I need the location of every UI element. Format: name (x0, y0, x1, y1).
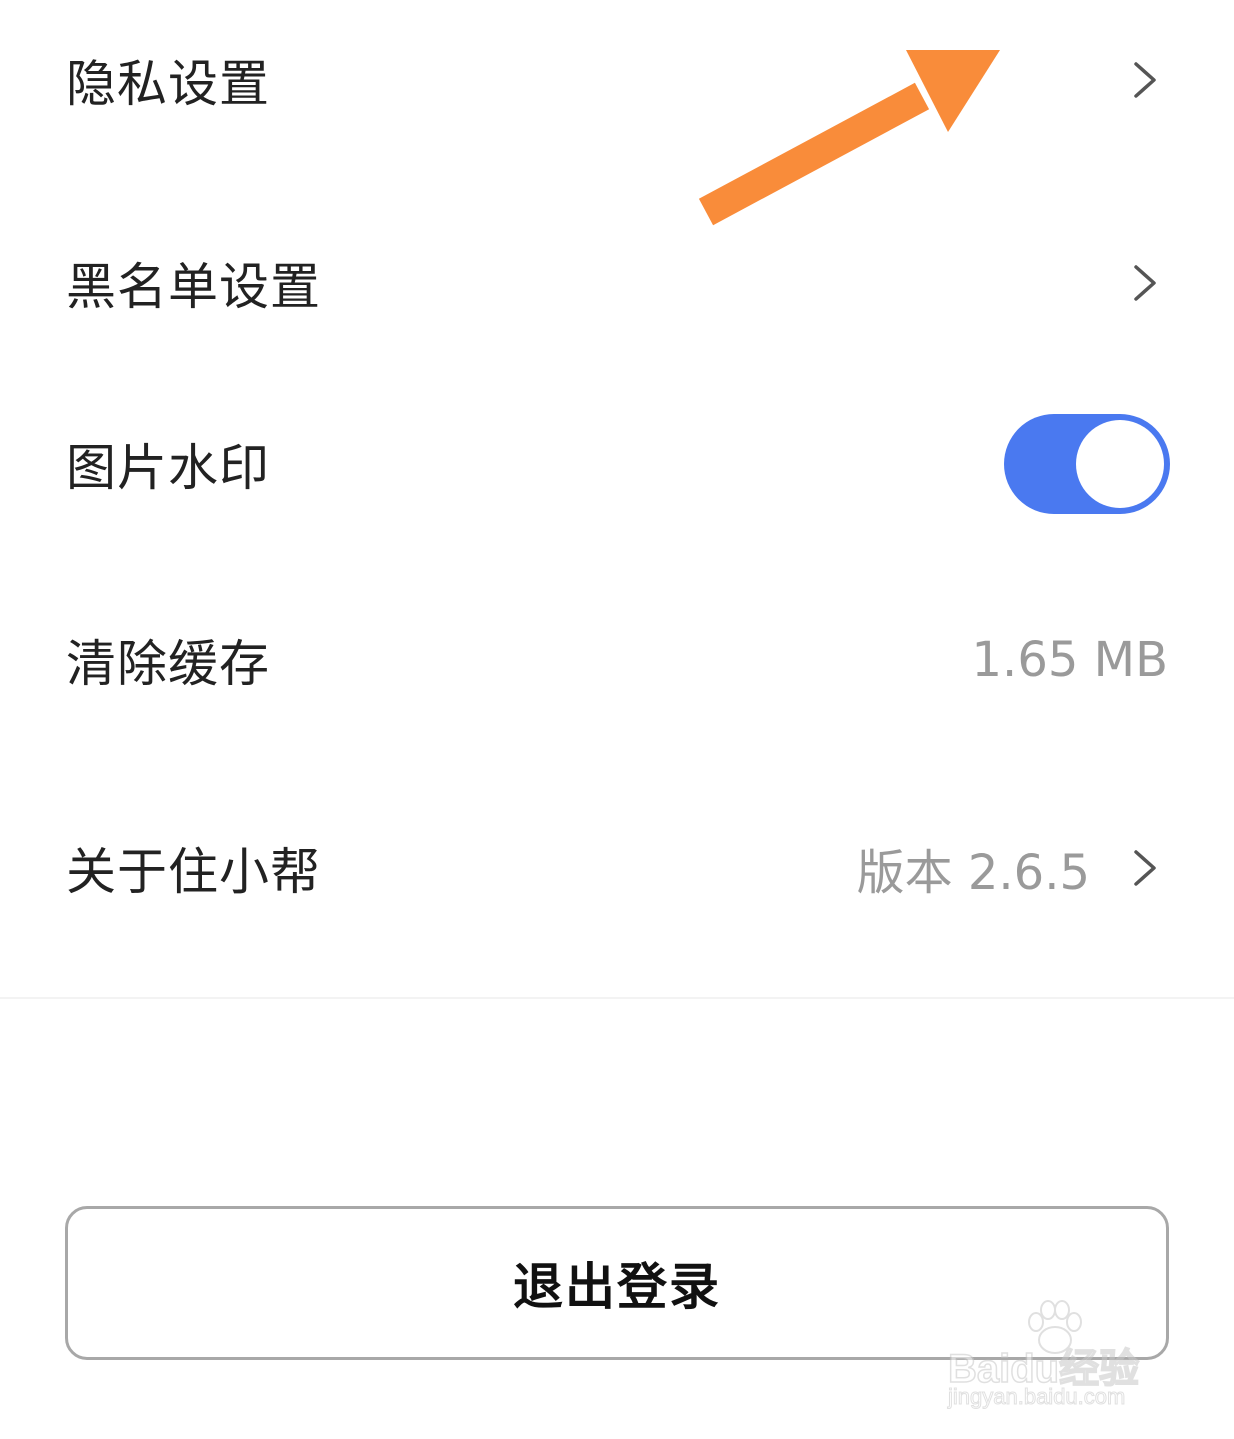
settings-item-clear-cache[interactable]: 清除缓存 1.65 MB (0, 580, 1234, 740)
settings-item-label: 隐私设置 (66, 55, 270, 113)
image-watermark-toggle[interactable] (1004, 414, 1170, 514)
settings-item-about[interactable]: 关于住小帮 版本 2.6.5 (0, 788, 1234, 948)
watermark-url: jingyan.baidu.com (947, 1384, 1126, 1410)
logout-label: 退出登录 (513, 1258, 721, 1316)
settings-item-label: 图片水印 (66, 439, 270, 497)
chevron-right-icon (1134, 850, 1156, 886)
settings-item-privacy[interactable]: 隐私设置 (0, 0, 1234, 160)
settings-screen: 隐私设置 黑名单设置 图片水印 清除缓存 1.65 MB 关于住小帮 版本 2.… (0, 0, 1234, 1439)
baidu-watermark: Baidu经验 jingyan.baidu.com (944, 1300, 1174, 1420)
settings-item-label: 黑名单设置 (66, 258, 321, 316)
cache-size-value: 1.65 MB (971, 632, 1168, 688)
toggle-knob (1076, 420, 1164, 508)
chevron-right-icon (1134, 265, 1156, 301)
section-divider (0, 997, 1234, 999)
settings-item-image-watermark: 图片水印 (0, 384, 1234, 544)
settings-item-label: 关于住小帮 (66, 843, 321, 901)
settings-item-blacklist[interactable]: 黑名单设置 (0, 203, 1234, 363)
chevron-right-icon (1134, 62, 1156, 98)
version-value: 版本 2.6.5 (856, 845, 1090, 901)
arrow-annotation-icon (698, 50, 1000, 226)
settings-item-label: 清除缓存 (66, 635, 270, 693)
